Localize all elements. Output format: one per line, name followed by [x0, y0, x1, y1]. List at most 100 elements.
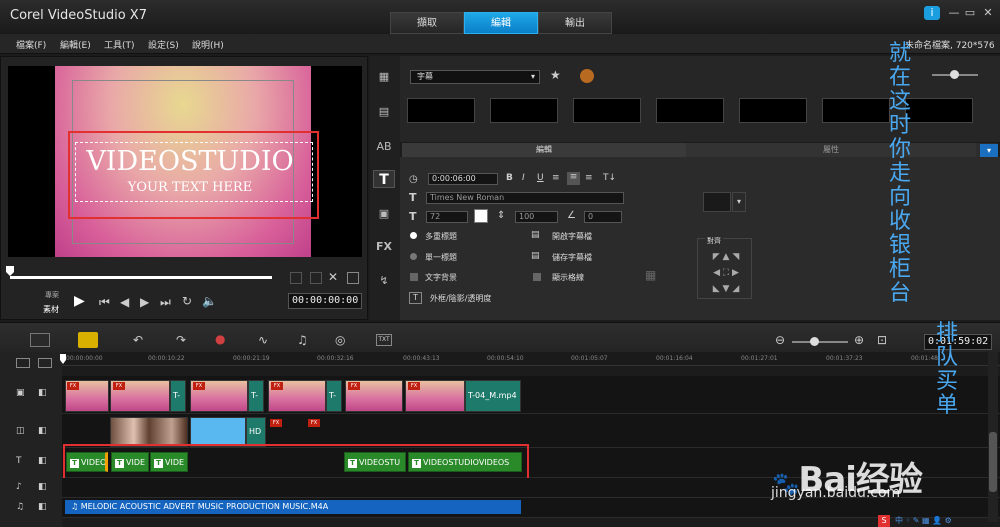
end-icon[interactable]: ⏭: [160, 295, 171, 310]
title-thumbnail[interactable]: [822, 98, 890, 123]
subtitle-editor-icon[interactable]: TXT: [376, 334, 392, 346]
text-bg-checkbox[interactable]: [410, 273, 418, 281]
tab-share[interactable]: 輸出: [538, 12, 612, 34]
track-visibility-icon[interactable]: ◧: [38, 388, 47, 398]
home-icon[interactable]: ⏮: [99, 295, 110, 310]
align-right-icon[interactable]: ≡: [585, 173, 593, 183]
menu-file[interactable]: 檔案(F): [16, 38, 46, 51]
library-category-dropdown[interactable]: 字幕 ▾: [410, 70, 540, 84]
zoom-slider[interactable]: [792, 341, 848, 343]
menu-settings[interactable]: 設定(S): [148, 38, 179, 51]
motion-track-icon[interactable]: ◎: [335, 333, 345, 347]
title-thumbnail[interactable]: [905, 98, 973, 123]
angle-field[interactable]: 0: [584, 211, 622, 223]
menu-edit[interactable]: 編輯(E): [60, 38, 91, 51]
audio-clip[interactable]: ♫ MELODIC ACOUSTIC ADVERT MUSIC PRODUCTI…: [65, 500, 521, 514]
video-clip-label[interactable]: T-0: [248, 380, 264, 430]
mode-project-label[interactable]: 專案: [45, 290, 59, 300]
add-chapter-icon[interactable]: [38, 358, 52, 368]
next-frame-icon[interactable]: ▶: [140, 295, 149, 309]
overlay-clip-label[interactable]: HD: [246, 417, 266, 447]
zoom-out-icon[interactable]: ⊖: [775, 333, 785, 347]
open-subtitle-icon[interactable]: ▤: [531, 230, 540, 240]
title-thumbnail[interactable]: [656, 98, 724, 123]
mark-in-icon[interactable]: [290, 272, 302, 284]
show-grid-checkbox[interactable]: [533, 273, 541, 281]
video-clip-label[interactable]: T-: [170, 380, 186, 412]
instant-project-icon[interactable]: ▤: [373, 103, 395, 121]
track-manager-icon[interactable]: [16, 358, 30, 368]
single-title-radio[interactable]: [410, 253, 417, 260]
options-tab-attributes[interactable]: 屬性: [686, 143, 976, 157]
title-thumbnail[interactable]: [407, 98, 475, 123]
graphic-icon[interactable]: ▣: [373, 205, 395, 223]
redo-icon[interactable]: ↷: [176, 333, 186, 347]
style-swatch[interactable]: [703, 192, 731, 212]
font-dropdown[interactable]: Times New Roman: [426, 192, 624, 204]
restore-button[interactable]: ▭: [962, 6, 978, 20]
align-center-icon[interactable]: ≡: [567, 172, 580, 185]
underline-icon[interactable]: U: [537, 173, 544, 183]
info-icon[interactable]: i: [924, 6, 940, 20]
preview-timecode[interactable]: 00:00:00:00: [288, 293, 363, 309]
title-thumbnail[interactable]: [573, 98, 641, 123]
volume-icon[interactable]: 🔈: [202, 294, 217, 308]
alignment-arrows-icon[interactable]: ◤ ▲ ◥ ◀ ⛶ ▶ ◣ ▼ ◢: [704, 249, 748, 297]
open-subtitle-label[interactable]: 開啟字幕檔: [552, 231, 592, 242]
zoom-slider-handle[interactable]: [810, 337, 819, 346]
storyboard-view-icon[interactable]: [30, 333, 50, 347]
prev-frame-icon[interactable]: ◀: [120, 295, 129, 309]
get-more-icon[interactable]: [580, 69, 594, 83]
options-tab-edit[interactable]: 編輯: [402, 143, 686, 157]
media-icon[interactable]: ▦: [373, 68, 395, 86]
timeline-view-icon[interactable]: [78, 332, 98, 348]
enlarge-icon[interactable]: [347, 272, 359, 284]
tab-edit[interactable]: 編輯: [464, 12, 538, 34]
border-shadow-label[interactable]: 外框/陰影/透明度: [430, 293, 491, 304]
multi-title-radio[interactable]: [410, 232, 417, 239]
voice-visibility-icon[interactable]: ◧: [38, 482, 47, 492]
title-icon[interactable]: T: [373, 170, 395, 188]
video-clip-label[interactable]: T-04_M.mp4: [465, 380, 521, 412]
overlay-clip[interactable]: [190, 417, 246, 447]
timeline-scrollbar-thumb[interactable]: [989, 432, 997, 492]
auto-music-icon[interactable]: ♫: [297, 333, 308, 347]
border-shadow-icon[interactable]: T: [409, 292, 422, 304]
sound-mixer-icon[interactable]: ∿: [258, 333, 268, 347]
color-swatch[interactable]: [474, 209, 488, 223]
overlay-clip[interactable]: [110, 417, 188, 447]
thumb-size-handle[interactable]: [950, 70, 959, 79]
add-favorite-icon[interactable]: ★: [550, 68, 561, 82]
video-clip-label[interactable]: T-0: [326, 380, 342, 430]
music-visibility-icon[interactable]: ◧: [38, 502, 47, 512]
scrubber-track[interactable]: [10, 276, 272, 279]
minimize-button[interactable]: —: [946, 6, 962, 20]
fit-project-icon[interactable]: ⊡: [877, 333, 887, 347]
menu-tools[interactable]: 工具(T): [104, 38, 135, 51]
duration-field[interactable]: 0:00:06:00: [428, 173, 498, 185]
path-icon[interactable]: ↯: [373, 272, 395, 290]
mark-out-icon[interactable]: [310, 272, 322, 284]
line-spacing-field[interactable]: 100: [515, 211, 558, 223]
zoom-in-icon[interactable]: ⊕: [854, 333, 864, 347]
menu-help[interactable]: 說明(H): [192, 38, 224, 51]
vertical-text-icon[interactable]: T↓: [603, 173, 616, 183]
close-button[interactable]: ✕: [980, 6, 996, 20]
collapse-icon[interactable]: ▾: [980, 144, 998, 157]
title-visibility-icon[interactable]: ◧: [38, 456, 47, 466]
chevron-down-icon[interactable]: ▾: [732, 192, 746, 212]
repeat-icon[interactable]: ↻: [182, 294, 192, 308]
record-capture-icon[interactable]: ●: [215, 332, 225, 346]
bold-icon[interactable]: B: [506, 173, 513, 183]
tab-capture[interactable]: 擷取: [390, 12, 464, 34]
grid-settings-icon[interactable]: ▦: [645, 268, 656, 282]
save-subtitle-label[interactable]: 儲存字幕檔: [552, 252, 592, 263]
italic-icon[interactable]: I: [522, 173, 525, 183]
title-thumbnail[interactable]: [739, 98, 807, 123]
title-thumbnail[interactable]: [490, 98, 558, 123]
input-method-icon[interactable]: S: [878, 515, 890, 527]
transition-icon[interactable]: AB: [373, 138, 395, 156]
split-icon[interactable]: ✕: [328, 270, 338, 284]
undo-icon[interactable]: ↶: [133, 333, 143, 347]
save-subtitle-icon[interactable]: ▤: [531, 251, 540, 261]
